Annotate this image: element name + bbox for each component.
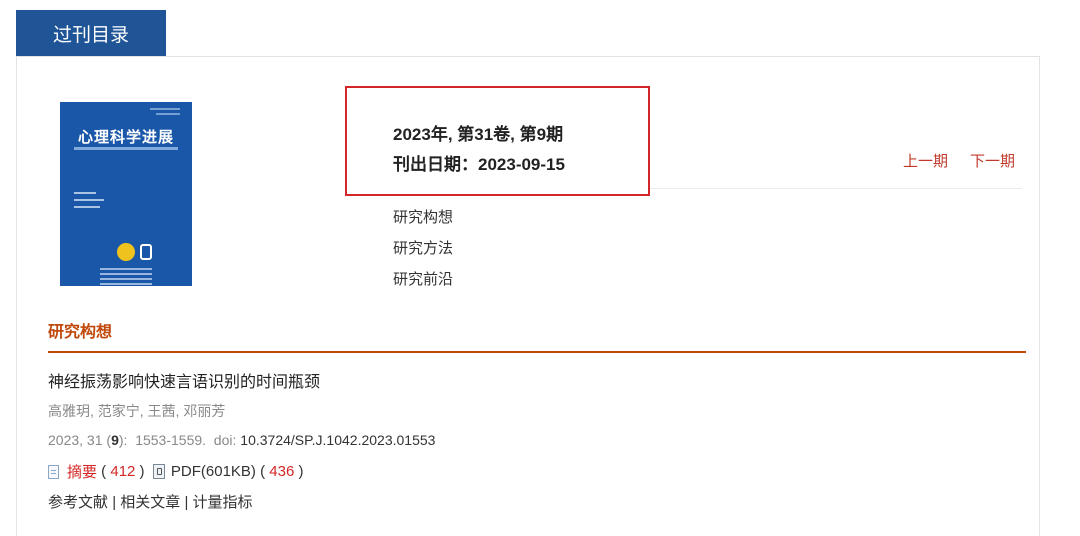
paren-close: ) [294,463,304,480]
category-link[interactable]: 研究构想 [393,206,453,227]
link-separator: | [184,494,193,511]
cover-decoration [156,113,180,115]
journal-cover-image[interactable]: 心理科学进展 [60,102,192,286]
cover-footer-lines [100,268,152,286]
cover-decoration [150,108,180,110]
next-issue-link[interactable]: 下一期 [970,150,1015,171]
references-link[interactable]: 参考文献 [48,494,108,511]
article-citation: 2023, 31 (9): 1553-1559. doi: 10.3724/SP… [48,432,435,448]
pdf-download-count: 436 [269,463,295,480]
cover-subtitle-bar [74,147,178,150]
divider [650,188,1022,189]
related-articles-link[interactable]: 相关文章 [120,494,180,511]
metrics-link[interactable]: 计量指标 [193,494,253,511]
publisher-logo-icon [117,243,135,261]
issue-volume: 2023年, 第31卷, 第9期 [393,125,564,144]
cover-title: 心理科学进展 [77,128,174,146]
pdf-link[interactable]: PDF(601KB) [171,463,256,480]
category-link[interactable]: 研究前沿 [393,268,453,289]
paren-close: ) [135,463,153,480]
pdf-file-icon [152,464,165,479]
previous-issue-link[interactable]: 上一期 [903,150,948,171]
abstract-document-icon [48,464,59,479]
article-actions: 摘要 ( 412 ) PDF(601KB) ( 436 ) [48,461,303,482]
abstract-link[interactable]: 摘要 [67,461,97,482]
citation-suffix: ): 1553-1559. doi: [118,432,241,448]
citation-issue: 9 [111,432,119,448]
doi-link[interactable]: 10.3724/SP.J.1042.2023.01553 [240,432,435,448]
section-divider [48,351,1026,353]
cover-text-lines [74,192,104,213]
abstract-view-count: 412 [110,463,136,480]
paren-open: ( [97,463,111,480]
publisher-logo-icon [140,244,152,260]
tab-past-issues[interactable]: 过刊目录 [16,10,166,56]
paren-open: ( [255,463,270,480]
section-heading: 研究构想 [48,324,113,341]
citation-prefix: 2023, 31 ( [48,432,112,448]
category-link[interactable]: 研究方法 [393,237,453,258]
article-authors: 高雅玥, 范家宁, 王茜, 邓丽芳 [48,403,226,419]
article-title-link[interactable]: 神经振荡影响快速言语识别的时间瓶颈 [48,368,320,392]
issue-date: 刊出日期：2023-09-15 [393,155,565,174]
article-extra-links: 参考文献 | 相关文章 | 计量指标 [48,491,253,512]
